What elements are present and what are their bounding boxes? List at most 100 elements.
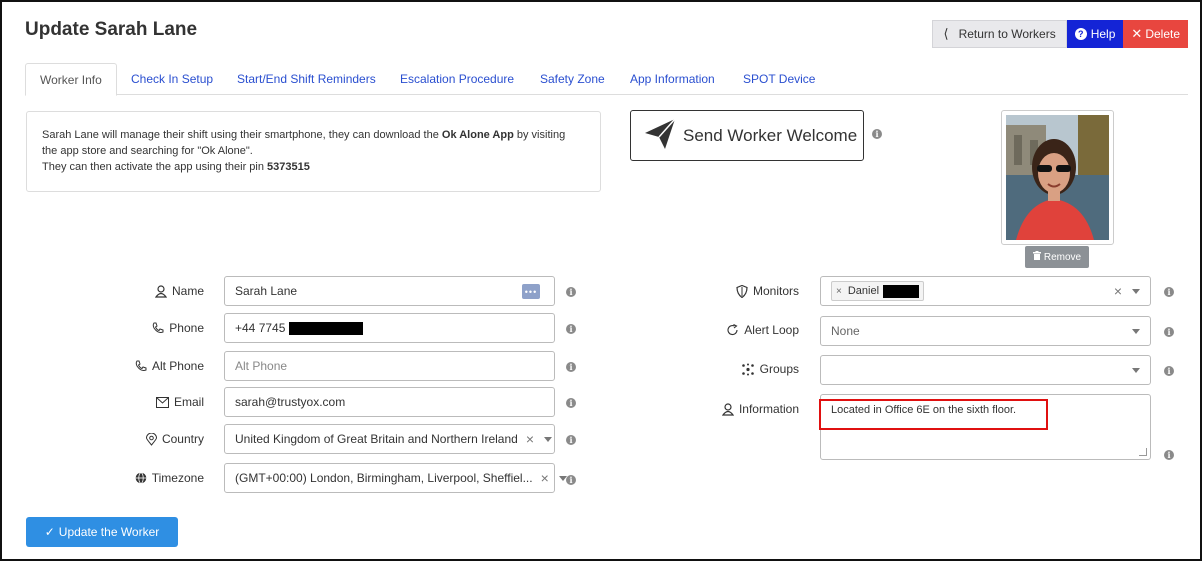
page-title: Update Sarah Lane <box>25 19 198 40</box>
email-label: Email <box>2 394 204 410</box>
name-info-icon[interactable]: i <box>566 287 576 297</box>
country-select[interactable]: United Kingdom of Great Britain and Nort… <box>224 424 555 454</box>
timezone-value: (GMT+00:00) London, Birmingham, Liverpoo… <box>235 471 533 485</box>
return-to-workers-button[interactable]: ⟨ Return to Workers <box>932 20 1067 48</box>
tab-app-information[interactable]: App Information <box>630 63 715 95</box>
globe-icon <box>135 472 147 484</box>
monitors-select[interactable]: × Daniel × <box>820 276 1151 306</box>
update-worker-label: Update the Worker <box>58 525 160 539</box>
alt-phone-label-text: Alt Phone <box>151 359 204 373</box>
name-label: Name <box>2 283 204 299</box>
info-text-3: They can then activate the app using the… <box>42 161 268 173</box>
chevron-down-icon[interactable] <box>544 436 553 442</box>
update-worker-button[interactable]: ✓ Update the Worker <box>26 517 178 547</box>
phone-field[interactable]: +44 7745 <box>224 313 555 343</box>
alert-loop-value: None <box>831 324 860 338</box>
alert-loop-label-text: Alert Loop <box>744 323 799 337</box>
alt-phone-field[interactable]: Alt Phone <box>224 351 555 381</box>
check-icon: ✓ <box>44 525 55 539</box>
chevron-down-icon[interactable] <box>1132 328 1140 334</box>
page-frame: Update Sarah Lane ⟨ Return to Workers ? … <box>0 0 1202 561</box>
monitor-tag[interactable]: × Daniel <box>831 281 925 301</box>
timezone-select[interactable]: (GMT+00:00) London, Birmingham, Liverpoo… <box>224 463 567 493</box>
info-app-name: Ok Alone App <box>441 129 514 141</box>
welcome-info-icon[interactable]: i <box>872 129 882 139</box>
info-text-2: the app store and searching for "Ok Alon… <box>42 145 253 157</box>
information-info-icon[interactable]: i <box>1164 450 1174 460</box>
phone-label: Phone <box>2 320 204 336</box>
monitors-info-icon[interactable]: i <box>1164 287 1174 297</box>
worker-photo <box>1001 110 1114 245</box>
shield-icon <box>736 284 748 298</box>
information-label: Information <box>602 401 799 417</box>
groups-select[interactable] <box>820 355 1151 385</box>
header-actions: ⟨ Return to Workers ? Help ✕ Delete <box>932 20 1188 48</box>
alert-loop-select[interactable]: None <box>820 316 1151 346</box>
return-label: Return to Workers <box>958 27 1056 41</box>
clear-icon[interactable]: × <box>1114 283 1122 299</box>
question-icon: ? <box>1074 28 1087 40</box>
groups-label-text: Groups <box>759 362 799 376</box>
chevron-down-icon[interactable] <box>1132 367 1140 373</box>
groups-info-icon[interactable]: i <box>1164 366 1174 376</box>
redaction-bar <box>289 321 364 335</box>
tab-spot-device[interactable]: SPOT Device <box>743 63 815 95</box>
alert-loop-label: Alert Loop <box>602 322 799 338</box>
monitors-label: Monitors <box>602 283 799 299</box>
tab-escalation-procedure[interactable]: Escalation Procedure <box>400 63 514 95</box>
country-value: United Kingdom of Great Britain and Nort… <box>235 432 518 446</box>
name-value: Sarah Lane <box>235 284 298 298</box>
tab-safety-zone[interactable]: Safety Zone <box>540 63 605 95</box>
welcome-label: Send Worker Welcome <box>683 125 858 145</box>
email-info-icon[interactable]: i <box>566 398 576 408</box>
alt-phone-info-icon[interactable]: i <box>566 362 576 372</box>
email-label-text: Email <box>173 395 204 409</box>
phone-icon <box>152 322 164 334</box>
phone-info-icon[interactable]: i <box>566 324 576 334</box>
tab-check-in-setup[interactable]: Check In Setup <box>131 63 213 95</box>
help-button[interactable]: ? Help <box>1066 20 1124 48</box>
app-info-box: Sarah Lane will manage their shift using… <box>26 111 601 192</box>
info-text-1b: by visiting <box>513 129 566 141</box>
delete-label: Delete <box>1145 27 1180 41</box>
tab-shift-reminders[interactable]: Start/End Shift Reminders <box>237 63 376 95</box>
phone-icon <box>135 360 147 372</box>
user-icon <box>154 284 167 298</box>
clear-icon[interactable]: × <box>541 470 549 486</box>
redaction-bar <box>883 284 920 298</box>
timezone-label: Timezone <box>2 470 204 486</box>
resize-handle[interactable] <box>1139 448 1147 456</box>
tab-bar: Worker Info Check In Setup Start/End Shi… <box>25 63 1188 96</box>
delete-button[interactable]: ✕ Delete <box>1123 20 1188 48</box>
timezone-info-icon[interactable]: i <box>566 475 576 485</box>
map-pin-icon <box>145 432 157 446</box>
trash-icon <box>1032 251 1041 263</box>
groups-label: Groups <box>602 361 799 377</box>
monitor-tag-label: Daniel <box>847 285 880 297</box>
name-field[interactable]: Sarah Lane ••• <box>224 276 555 306</box>
info-pin: 5373515 <box>267 161 310 173</box>
paper-plane-icon <box>643 117 677 154</box>
tab-worker-info[interactable]: Worker Info <box>25 63 117 96</box>
highlight-box <box>819 399 1048 430</box>
email-field[interactable]: sarah@trustyox.com <box>224 387 555 417</box>
timezone-label-text: Timezone <box>151 471 204 485</box>
close-icon: ✕ <box>1131 26 1143 41</box>
remove-tag-icon[interactable]: × <box>836 286 842 297</box>
alt-phone-placeholder: Alt Phone <box>235 359 288 373</box>
more-icon[interactable]: ••• <box>522 284 540 299</box>
phone-value: +44 7745 <box>235 321 286 335</box>
chevron-down-icon[interactable] <box>1132 288 1140 294</box>
remove-label: Remove <box>1043 251 1082 263</box>
alt-phone-label: Alt Phone <box>2 358 204 374</box>
country-info-icon[interactable]: i <box>566 435 576 445</box>
phone-label-text: Phone <box>169 321 204 335</box>
name-label-text: Name <box>171 284 204 298</box>
remove-photo-button[interactable]: Remove <box>1025 246 1089 268</box>
info-text-1: Sarah Lane will manage their shift using… <box>42 129 442 141</box>
help-label: Help <box>1090 27 1116 41</box>
clear-icon[interactable]: × <box>526 431 534 447</box>
double-chevron-left-icon: ⟨ <box>943 26 949 41</box>
send-worker-welcome-button[interactable]: Send Worker Welcome <box>630 110 864 161</box>
alert-loop-info-icon[interactable]: i <box>1164 327 1174 337</box>
